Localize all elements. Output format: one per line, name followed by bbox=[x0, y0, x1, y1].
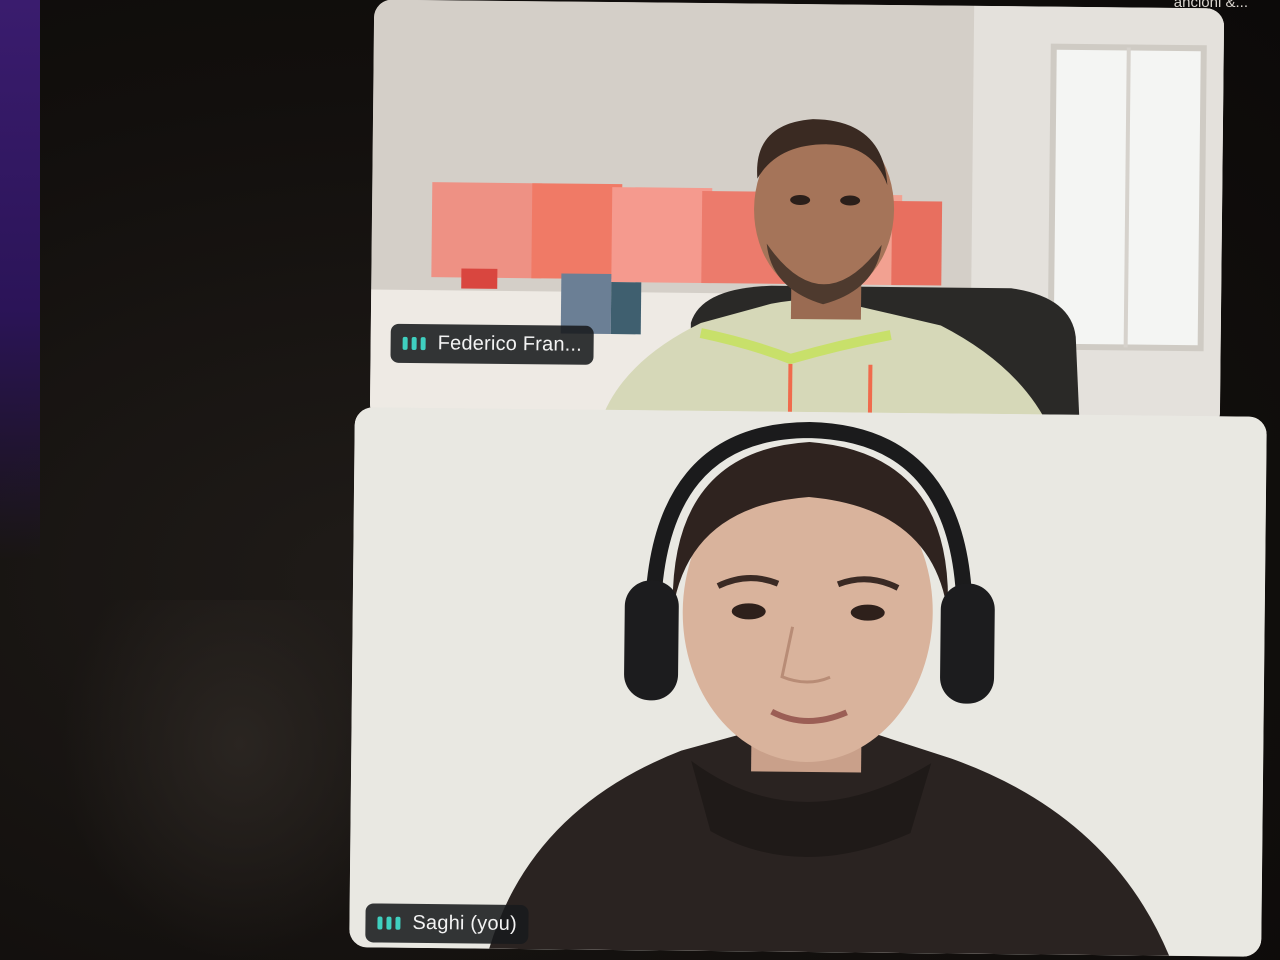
participant-name: Federico Fran... bbox=[437, 332, 583, 356]
video-tile-self[interactable]: Saghi (you) bbox=[349, 407, 1267, 957]
video-feed-federico bbox=[369, 0, 1225, 431]
desktop-edge bbox=[0, 0, 40, 560]
participant-name: Saghi (you) bbox=[412, 911, 518, 935]
audio-level-icon bbox=[377, 916, 401, 930]
video-feed-self bbox=[349, 407, 1267, 957]
screen-reflection bbox=[60, 600, 360, 960]
video-tile-federico[interactable]: Federico Fran... bbox=[369, 0, 1225, 431]
audio-level-icon bbox=[402, 336, 426, 351]
participant-name-tag-self: Saghi (you) bbox=[365, 903, 530, 945]
participant-name-tag: Federico Fran... bbox=[390, 323, 595, 365]
video-call-window: ancioni &... Federico Fran... Saghi (you… bbox=[0, 0, 1280, 960]
